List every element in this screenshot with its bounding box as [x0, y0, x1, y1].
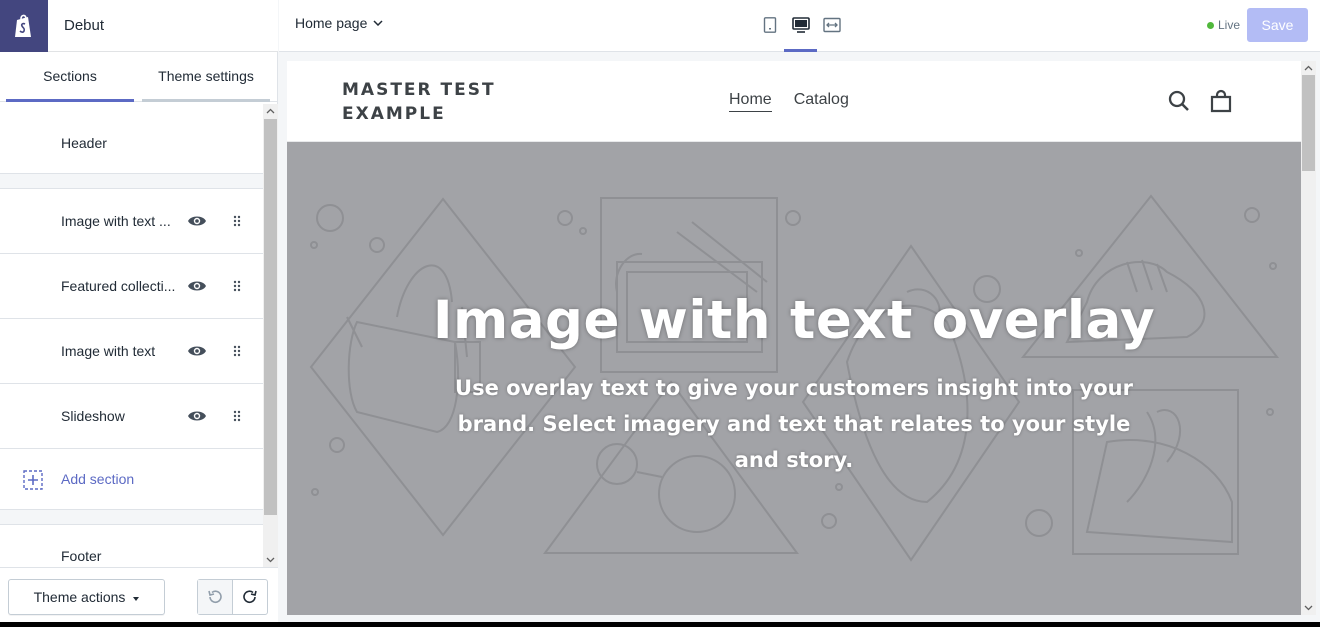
drag-handle-icon[interactable]: [233, 215, 241, 227]
theme-actions-label: Theme actions: [33, 589, 126, 605]
section-item-footer[interactable]: Footer: [0, 524, 263, 567]
section-label: Image with text ...: [61, 213, 171, 229]
page-select-value: Home page: [295, 15, 368, 31]
drag-handle-icon[interactable]: [233, 345, 241, 357]
tab-theme-settings[interactable]: Theme settings: [142, 52, 270, 102]
eye-icon[interactable]: [187, 344, 207, 358]
desktop-icon: [792, 17, 810, 33]
redo-button[interactable]: [233, 580, 267, 614]
sidebar-brand: Debut: [0, 0, 278, 52]
nav-link-catalog[interactable]: Catalog: [794, 91, 849, 112]
preview-scrollbar[interactable]: [1301, 61, 1316, 615]
cart-icon[interactable]: [1210, 89, 1232, 113]
site-header: MASTER TEST EXAMPLE Home Catalog: [287, 61, 1301, 142]
add-section-button[interactable]: Add section: [0, 448, 263, 510]
sidebar-scrollbar[interactable]: [263, 104, 278, 567]
save-button[interactable]: Save: [1247, 8, 1308, 42]
hero-image-with-text-overlay[interactable]: Image with text overlay Use overlay text…: [287, 142, 1301, 615]
section-item-image-with-text[interactable]: Image with text: [0, 318, 263, 384]
section-list: Header Image with text ... Featured coll…: [0, 112, 263, 567]
editor-topbar: Home page Live Save: [279, 0, 1320, 52]
section-item-header[interactable]: Header: [0, 112, 263, 174]
section-label: Featured collecti...: [61, 278, 176, 294]
sidebar-footer-bar: Theme actions: [0, 567, 278, 622]
undo-redo-group: [197, 579, 268, 615]
section-item-slideshow[interactable]: Slideshow: [0, 383, 263, 449]
hero-text: Use overlay text to give your customers …: [455, 376, 1133, 472]
tab-active-indicator: [6, 99, 134, 102]
scroll-down-icon[interactable]: [1304, 603, 1313, 612]
eye-icon[interactable]: [187, 279, 207, 293]
theme-name: Debut: [64, 17, 105, 34]
search-icon[interactable]: [1168, 89, 1190, 113]
tab-sections[interactable]: Sections: [6, 52, 134, 102]
desktop-view-button[interactable]: [790, 14, 812, 36]
live-label: Live: [1218, 18, 1241, 32]
scroll-thumb[interactable]: [1302, 75, 1315, 171]
section-item-image-with-text-overlay[interactable]: Image with text ...: [0, 188, 263, 254]
scroll-up-icon[interactable]: [266, 107, 275, 116]
section-label: Slideshow: [61, 408, 125, 424]
eye-icon[interactable]: [187, 409, 207, 423]
hero-title: Image with text overlay: [432, 290, 1156, 351]
scroll-down-icon[interactable]: [266, 555, 275, 564]
add-section-icon: [23, 470, 43, 490]
mobile-icon: [763, 17, 777, 33]
store-logo-text[interactable]: MASTER TEST EXAMPLE: [342, 78, 542, 126]
theme-actions-button[interactable]: Theme actions: [8, 579, 165, 615]
scroll-thumb[interactable]: [264, 119, 277, 515]
drag-handle-icon[interactable]: [233, 410, 241, 422]
undo-button[interactable]: [198, 580, 233, 614]
sidebar: Debut Sections Theme settings Header Ima…: [0, 0, 278, 622]
section-label: Footer: [61, 548, 102, 564]
caret-down-icon: [133, 597, 140, 601]
add-section-label: Add section: [61, 471, 135, 487]
section-label: Header: [61, 135, 107, 151]
mobile-view-button[interactable]: [759, 14, 781, 36]
shopify-logo-icon[interactable]: [0, 0, 48, 52]
page-select-dropdown[interactable]: Home page: [295, 15, 383, 31]
theme-editor: Debut Sections Theme settings Header Ima…: [0, 0, 1320, 622]
live-status: Live: [1207, 18, 1240, 32]
tab-indicator: [142, 99, 270, 102]
tab-theme-settings-label: Theme settings: [158, 68, 254, 84]
live-dot-icon: [1207, 21, 1214, 29]
eye-icon[interactable]: [187, 214, 207, 228]
drag-handle-icon[interactable]: [233, 280, 241, 292]
nav-link-home[interactable]: Home: [729, 91, 772, 112]
full-width-icon: [823, 17, 841, 33]
full-width-view-button[interactable]: [821, 14, 843, 36]
storefront-preview: MASTER TEST EXAMPLE Home Catalog Image w…: [287, 61, 1301, 615]
section-item-featured-collection[interactable]: Featured collecti...: [0, 253, 263, 319]
undo-icon: [208, 590, 222, 603]
sidebar-tabs: Sections Theme settings: [0, 52, 278, 102]
site-nav: Home Catalog: [729, 91, 849, 112]
tab-sections-label: Sections: [43, 68, 97, 84]
device-active-indicator: [784, 49, 817, 52]
section-label: Image with text: [61, 343, 156, 359]
redo-icon: [243, 590, 257, 603]
chevron-down-icon: [373, 20, 383, 26]
scroll-up-icon[interactable]: [1304, 64, 1313, 73]
save-label: Save: [1261, 17, 1294, 33]
